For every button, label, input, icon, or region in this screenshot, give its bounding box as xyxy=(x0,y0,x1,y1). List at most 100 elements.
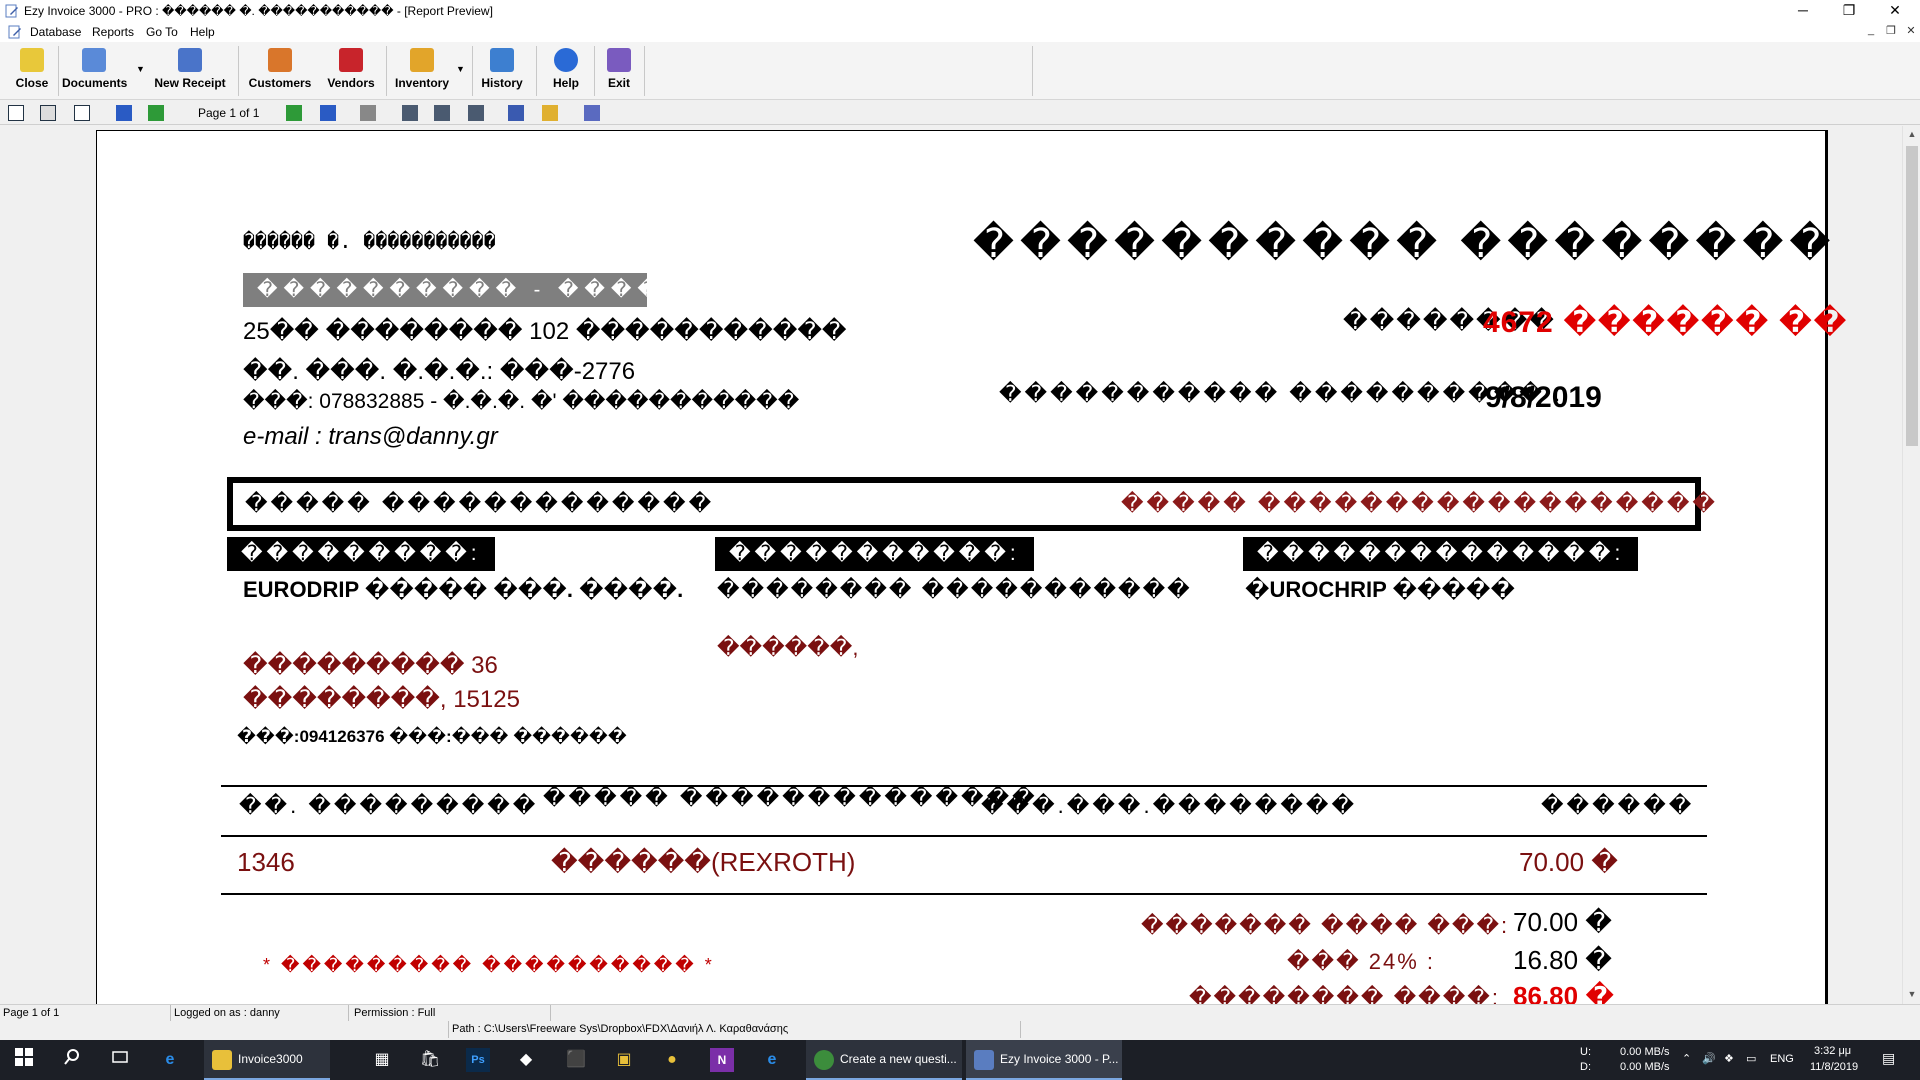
print-icon[interactable] xyxy=(434,105,450,121)
documents-dropdown-icon[interactable]: ▼ xyxy=(136,64,145,74)
thumbnails-icon[interactable] xyxy=(74,105,90,121)
scroll-down-icon[interactable]: ▼ xyxy=(1903,986,1920,1003)
scroll-up-icon[interactable]: ▲ xyxy=(1903,126,1920,143)
next-page-icon[interactable] xyxy=(286,105,302,121)
main-toolbar: Close Documents ▼ New Receipt Customers … xyxy=(0,42,1920,100)
dropbox-icon[interactable]: ❖ xyxy=(1724,1052,1734,1065)
store-icon[interactable]: 🛍 xyxy=(418,1048,442,1072)
task-view-icon[interactable] xyxy=(108,1048,132,1072)
taskbar-app-chrome[interactable]: Create a new questi... xyxy=(806,1040,962,1080)
col-header-amount: ������ xyxy=(1541,793,1695,818)
clock-date[interactable]: 11/8/2019 xyxy=(1810,1061,1858,1073)
status-divider xyxy=(348,1005,349,1022)
close-doc-icon xyxy=(20,48,44,72)
history-button[interactable]: History xyxy=(478,46,526,96)
inventory-button[interactable]: Inventory xyxy=(392,46,452,96)
net-down-speed: 0.00 MB/s xyxy=(1620,1061,1670,1073)
exit-button[interactable]: Exit xyxy=(600,46,638,96)
photoshop-icon[interactable]: Ps xyxy=(466,1048,490,1072)
invoice-number: 4672 ������ �� xyxy=(1483,306,1848,339)
status-permission: Permission : Full xyxy=(354,1007,436,1019)
close-button[interactable]: Close xyxy=(10,46,54,96)
status-page: Page 1 of 1 xyxy=(3,1007,60,1019)
taskbar-app-label: Ezy Invoice 3000 - P... xyxy=(1000,1052,1119,1066)
maximize-button[interactable]: ❐ xyxy=(1826,0,1872,22)
toolbar-separator xyxy=(472,46,473,96)
table-header-rule xyxy=(221,835,1707,837)
volume-icon[interactable]: 🔊 xyxy=(1702,1052,1716,1065)
help-button[interactable]: Help xyxy=(544,46,588,96)
net-total-label: ������� ���� ���: xyxy=(1141,913,1510,938)
mdi-close-button[interactable]: ✕ xyxy=(1904,24,1918,37)
minimize-button[interactable]: ─ xyxy=(1780,0,1826,22)
taskbar-app-invoice-folder[interactable]: Invoice3000 xyxy=(204,1040,330,1080)
scroll-thumb[interactable] xyxy=(1906,146,1918,446)
address-line-1: 25�� �������� 102 ����������� xyxy=(243,318,847,345)
one-page-icon[interactable] xyxy=(8,105,24,121)
exit-preview-icon[interactable] xyxy=(584,105,600,121)
menu-goto[interactable]: Go To xyxy=(146,25,178,39)
menu-database[interactable]: Database xyxy=(30,25,81,39)
documents-button[interactable]: Documents xyxy=(62,46,128,96)
footer-note: * ��������� ���������� * xyxy=(263,955,715,975)
search-icon[interactable] xyxy=(60,1048,84,1072)
net-total-value: 70.00 � xyxy=(1513,907,1612,937)
onenote-icon[interactable]: N xyxy=(710,1048,734,1072)
pdf-reader-icon[interactable]: ⬛ xyxy=(564,1048,588,1072)
inventory-dropdown-icon[interactable]: ▼ xyxy=(456,64,465,74)
inventory-icon xyxy=(410,48,434,72)
address-line-2: ��. ���. �.�.�.: ���-2776 xyxy=(243,358,636,385)
norton-icon[interactable]: ● xyxy=(660,1048,684,1072)
start-windows-icon[interactable] xyxy=(12,1048,36,1072)
previous-page-icon[interactable] xyxy=(148,105,164,121)
row-code: 1346 xyxy=(237,847,295,877)
open-icon[interactable] xyxy=(542,105,558,121)
new-receipt-button[interactable]: New Receipt xyxy=(150,46,230,96)
language-indicator[interactable]: ENG xyxy=(1770,1053,1794,1065)
window-title: Ezy Invoice 3000 - PRO : ������ �. �����… xyxy=(24,4,493,18)
taskbar-app-label: Create a new questi... xyxy=(840,1052,957,1066)
save-icon[interactable] xyxy=(508,105,524,121)
documents-button-label: Documents xyxy=(62,76,128,90)
exit-icon xyxy=(607,48,631,72)
tray-chevron-icon[interactable]: ⌃ xyxy=(1682,1052,1691,1065)
menu-help[interactable]: Help xyxy=(190,25,215,39)
mdi-minimize-button[interactable]: _ xyxy=(1864,24,1878,36)
col-header-vat-code: ���.���.�������� xyxy=(981,793,1358,818)
close-window-button[interactable]: ✕ xyxy=(1872,0,1918,22)
report-preview-area[interactable]: ������ �. ����������� ���������� - �����… xyxy=(0,126,1902,1004)
taskbar-app-ezy-invoice[interactable]: Ezy Invoice 3000 - P... xyxy=(966,1040,1122,1080)
network-icon[interactable]: ▭ xyxy=(1746,1052,1756,1065)
last-page-icon[interactable] xyxy=(320,105,336,121)
vertical-scrollbar[interactable]: ▲ ▼ xyxy=(1902,126,1920,1004)
company-name: ������ �. ����������� xyxy=(243,229,496,253)
toolbar-separator xyxy=(58,46,59,96)
notifications-icon[interactable]: ▤ xyxy=(1882,1050,1895,1067)
customers-button[interactable]: Customers xyxy=(246,46,314,96)
mdi-restore-button[interactable]: ❐ xyxy=(1884,24,1898,37)
vendors-button[interactable]: Vendors xyxy=(322,46,380,96)
video-editor-icon[interactable]: ▦ xyxy=(370,1048,394,1072)
notes-app-icon[interactable]: ◆ xyxy=(514,1048,538,1072)
sticky-notes-icon[interactable]: ▣ xyxy=(612,1048,636,1072)
customers-button-label: Customers xyxy=(248,76,312,90)
issue-date-label: ����������� ���������� : xyxy=(999,381,1564,406)
clock-time[interactable]: 3:32 μμ xyxy=(1814,1045,1851,1057)
page-indicator: Page 1 of 1 xyxy=(198,106,260,120)
print-setup-icon[interactable] xyxy=(402,105,418,121)
status-path: Path : C:\Users\Freeware Sys\Dropbox\FDX… xyxy=(452,1023,789,1035)
path-bar: Path : C:\Users\Freeware Sys\Dropbox\FDX… xyxy=(0,1021,1920,1038)
edge-browser-icon[interactable]: e xyxy=(158,1048,182,1072)
refresh-icon[interactable] xyxy=(468,105,484,121)
internet-explorer-icon[interactable]: e xyxy=(760,1048,784,1072)
two-page-icon[interactable] xyxy=(40,105,56,121)
document-menu-icon[interactable] xyxy=(8,25,22,39)
sender-phone: ���:094126376 ���:��� ������ xyxy=(237,727,627,746)
menu-reports[interactable]: Reports xyxy=(92,25,134,39)
table-bottom-rule xyxy=(221,893,1707,895)
close-button-label: Close xyxy=(15,76,49,90)
status-bar: Page 1 of 1 Logged on as : danny Permiss… xyxy=(0,1004,1920,1022)
goto-page-icon[interactable] xyxy=(360,105,376,121)
first-page-icon[interactable] xyxy=(116,105,132,121)
sender-tag: ���������: xyxy=(227,537,495,571)
